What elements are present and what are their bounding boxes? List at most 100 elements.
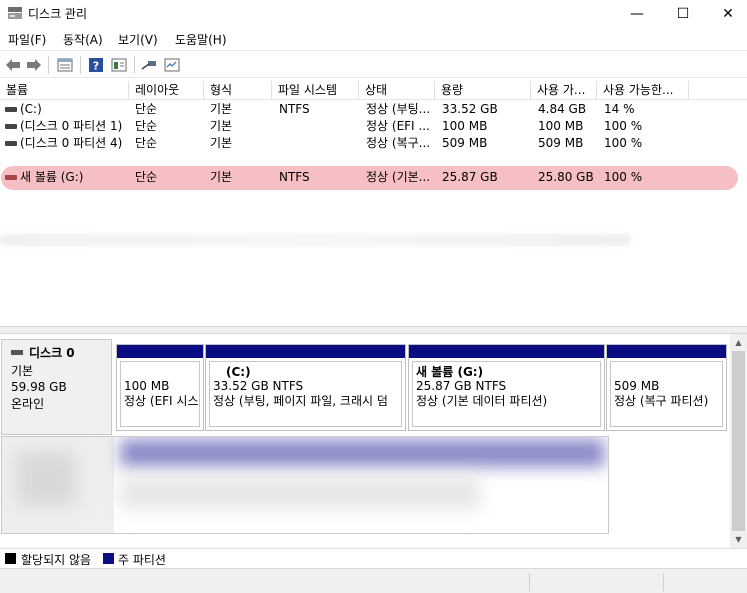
volume-icon (5, 107, 17, 112)
scroll-up-icon[interactable]: ▲ (730, 334, 747, 351)
volume-name: (C:) (20, 102, 42, 116)
volume-type: 기본 (210, 102, 233, 116)
partition-body: 새 볼륨 (G:) 25.87 GB NTFS 정상 (기본 데이터 파티션) (412, 361, 601, 427)
partition-g[interactable]: 새 볼륨 (G:) 25.87 GB NTFS 정상 (기본 데이터 파티션) (408, 344, 605, 431)
partition-status: 정상 (부팅, 페이지 파일, 크래시 덤 (213, 394, 388, 408)
partition-bar (117, 345, 203, 358)
help-button[interactable]: ? (86, 55, 106, 75)
disk-size: 59.98 GB (11, 380, 67, 394)
volume-status: 정상 (기본... (366, 170, 431, 184)
list-view-icon (57, 58, 73, 72)
partition-recovery[interactable]: 509 MB 정상 (복구 파티션) (606, 344, 727, 431)
menu-action[interactable]: 동작(A) (63, 31, 103, 48)
volume-layout: 단순 (135, 136, 158, 150)
minimize-button[interactable]: — (614, 0, 660, 28)
volume-icon (5, 175, 17, 180)
volume-status: 정상 (부팅... (366, 102, 431, 116)
partition-bar (206, 345, 405, 358)
volume-layout: 단순 (135, 102, 158, 116)
list-view-button[interactable] (55, 55, 75, 75)
partition-body: 509 MB 정상 (복구 파티션) (610, 361, 723, 427)
column-percent-free[interactable]: 사용 가능한... (597, 81, 689, 100)
blurred-disk (1, 436, 609, 534)
menu-bar: 파일(F) 동작(A) 보기(V) 도움말(H) (0, 28, 747, 50)
disk-name-label: 디스크 0 (29, 346, 75, 360)
status-bar (0, 568, 747, 593)
menu-view[interactable]: 보기(V) (118, 31, 158, 48)
column-volume[interactable]: 볼륨 (0, 81, 129, 100)
partition-c[interactable]: (C:) 33.52 GB NTFS 정상 (부팅, 페이지 파일, 크래시 덤 (205, 344, 406, 431)
connect-button[interactable] (139, 55, 159, 75)
volume-type: 기본 (210, 170, 233, 184)
volume-status: 정상 (EFI ... (366, 119, 430, 133)
help-icon: ? (89, 58, 103, 73)
volume-icon (5, 141, 17, 146)
volume-free: 509 MB (538, 136, 584, 150)
partition-title: 새 볼륨 (G:) (416, 365, 484, 379)
window-title: 디스크 관리 (28, 7, 88, 21)
scroll-down-icon[interactable]: ▼ (730, 531, 747, 548)
volume-pct: 100 % (604, 136, 643, 150)
toolbar: ? (0, 50, 747, 78)
column-capacity[interactable]: 용량 (435, 81, 531, 100)
menu-help[interactable]: 도움말(H) (175, 31, 227, 48)
menu-file[interactable]: 파일(F) (8, 31, 46, 48)
maximize-button[interactable]: ☐ (660, 0, 706, 28)
partition-size: 25.87 GB NTFS (416, 379, 507, 393)
volume-name: (디스크 0 파티션 4) (20, 136, 123, 150)
volume-list-header: 볼륨 레이아웃 형식 파일 시스템 상태 용량 사용 가... 사용 가능한..… (0, 81, 747, 100)
disk-state: 온라인 (11, 397, 45, 411)
volume-capacity: 100 MB (442, 119, 488, 133)
column-type[interactable]: 형식 (204, 81, 272, 100)
partition-status: 정상 (기본 데이터 파티션) (416, 394, 548, 408)
minimize-icon: — (630, 6, 644, 22)
legend-primary: 주 파티션 (118, 553, 166, 567)
disk-view-scrollbar[interactable]: ▲ ▼ (730, 334, 747, 548)
blurred-row (0, 234, 630, 246)
volume-free: 4.84 GB (538, 102, 587, 116)
column-status[interactable]: 상태 (359, 81, 435, 100)
volume-layout: 단순 (135, 119, 158, 133)
volume-layout: 단순 (135, 170, 158, 184)
volume-capacity: 33.52 GB (442, 102, 498, 116)
volume-row[interactable]: (디스크 0 파티션 4) 단순 기본 정상 (복구... 509 MB 509… (0, 135, 747, 152)
column-file-system[interactable]: 파일 시스템 (272, 81, 359, 100)
partition-bar (409, 345, 604, 358)
disk-0-info[interactable]: 디스크 0 기본 59.98 GB 온라인 (1, 339, 112, 435)
maximize-icon: ☐ (676, 6, 690, 22)
column-layout[interactable]: 레이아웃 (129, 81, 204, 100)
settings-button[interactable] (162, 55, 182, 75)
pane-splitter[interactable] (0, 326, 747, 334)
partition-body: (C:) 33.52 GB NTFS 정상 (부팅, 페이지 파일, 크래시 덤 (209, 361, 402, 427)
settings-icon (164, 58, 180, 72)
volume-row[interactable]: (디스크 0 파티션 1) 단순 기본 정상 (EFI ... 100 MB 1… (0, 118, 747, 135)
volume-row[interactable]: (C:) 단순 기본 NTFS 정상 (부팅... 33.52 GB 4.84 … (0, 101, 747, 118)
volume-row-selected[interactable]: 새 볼륨 (G:) 단순 기본 NTFS 정상 (기본... 25.87 GB … (0, 166, 747, 190)
close-icon: ✕ (722, 6, 734, 22)
partition-status: 정상 (EFI 시스 (124, 394, 199, 408)
volume-pct: 100 % (604, 119, 643, 133)
volume-capacity: 509 MB (442, 136, 488, 150)
volume-capacity: 25.87 GB (442, 170, 498, 184)
partition-size: 100 MB (124, 379, 170, 393)
volume-type: 기본 (210, 119, 233, 133)
legend: 할당되지 않음 주 파티션 (0, 548, 747, 568)
properties-icon (111, 58, 127, 72)
back-button[interactable] (3, 55, 23, 75)
partition-body: 100 MB 정상 (EFI 시스 (120, 361, 200, 427)
close-button[interactable]: ✕ (705, 0, 747, 28)
volume-name: (디스크 0 파티션 1) (20, 119, 123, 133)
forward-icon (27, 59, 41, 71)
volume-fs: NTFS (279, 102, 310, 116)
column-free-space[interactable]: 사용 가... (531, 81, 597, 100)
partition-size: 33.52 GB NTFS (213, 379, 304, 393)
properties-button[interactable] (109, 55, 129, 75)
scroll-thumb[interactable] (732, 351, 745, 531)
disk-view: 디스크 0 기본 59.98 GB 온라인 100 MB 정상 (EFI 시스 … (0, 334, 730, 548)
volume-list: 볼륨 레이아웃 형식 파일 시스템 상태 용량 사용 가... 사용 가능한..… (0, 81, 747, 326)
volume-status: 정상 (복구... (366, 136, 431, 150)
volume-pct: 100 % (604, 170, 643, 184)
forward-button[interactable] (24, 55, 44, 75)
partition-efi[interactable]: 100 MB 정상 (EFI 시스 (116, 344, 204, 431)
disk-name: 디스크 0 (11, 344, 102, 361)
